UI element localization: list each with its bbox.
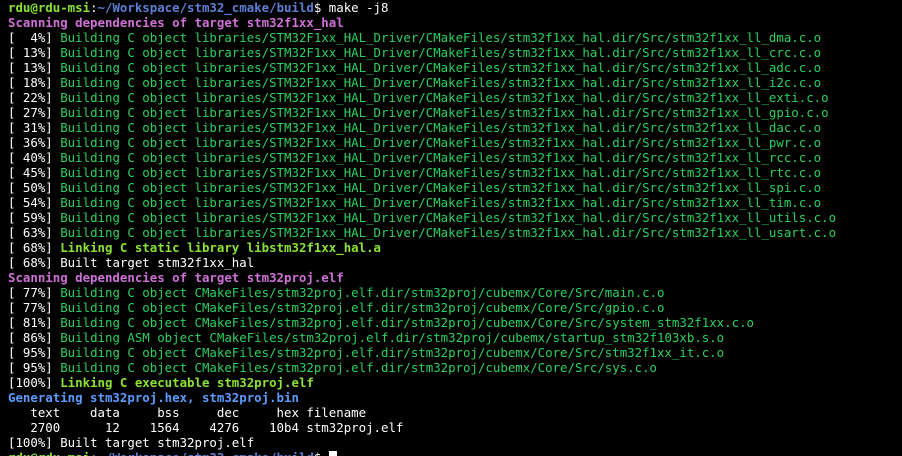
prompt-command[interactable]: make -j8: [321, 0, 389, 15]
build-message: Building C object libraries/STM32F1xx_HA…: [52, 135, 822, 150]
build-message: Building C object libraries/STM32F1xx_HA…: [52, 225, 837, 240]
terminal-line-build: [ 31%] Building C object libraries/STM32…: [8, 120, 902, 135]
progress-indicator: [100%]: [8, 375, 53, 390]
prompt-command[interactable]: [321, 450, 328, 456]
progress-indicator: [ 77%]: [8, 300, 53, 315]
terminal-line-build: [ 81%] Building C object CMakeFiles/stm3…: [8, 315, 902, 330]
terminal-line-link: [ 68%] Linking C static library libstm32…: [8, 240, 902, 255]
build-message: Building C object libraries/STM32F1xx_HA…: [52, 150, 822, 165]
progress-indicator: [ 95%]: [8, 360, 53, 375]
build-message: Building C object libraries/STM32F1xx_HA…: [52, 195, 822, 210]
terminal-line-plain: text data bss dec hex filename: [8, 405, 902, 420]
build-message: Building C object libraries/STM32F1xx_HA…: [52, 75, 822, 90]
build-message: Building C object libraries/STM32F1xx_HA…: [52, 210, 837, 225]
terminal-line-gen: Generating stm32proj.hex, stm32proj.bin: [8, 390, 902, 405]
terminal-line-build: [ 86%] Building ASM object CMakeFiles/st…: [8, 330, 902, 345]
build-message: Building C object CMakeFiles/stm32proj.e…: [52, 360, 658, 375]
output-text: 2700 12 1564 4276 10b4 stm32proj.elf: [8, 420, 404, 435]
built-message: Built target stm32f1xx_hal: [52, 255, 255, 270]
prompt-separator: :: [90, 0, 98, 15]
terminal-line-build: [ 77%] Building C object CMakeFiles/stm3…: [8, 300, 902, 315]
build-message: Building C object libraries/STM32F1xx_HA…: [52, 180, 822, 195]
prompt-user: rdu@rdu-msi: [8, 450, 90, 456]
prompt-user: rdu@rdu-msi: [8, 0, 91, 15]
terminal-line-build: [ 13%] Building C object libraries/STM32…: [8, 45, 902, 60]
generate-message: Generating stm32proj.hex, stm32proj.bin: [8, 390, 299, 405]
terminal-line-plain: 2700 12 1564 4276 10b4 stm32proj.elf: [8, 420, 902, 435]
build-message: Building ASM object CMakeFiles/stm32proj…: [52, 330, 725, 345]
progress-indicator: [ 68%]: [8, 255, 53, 270]
progress-indicator: [ 63%]: [8, 225, 53, 240]
terminal-line-build: [ 27%] Building C object libraries/STM32…: [8, 105, 902, 120]
build-message: Building C object libraries/STM32F1xx_HA…: [52, 120, 822, 135]
terminal-line-build: [ 45%] Building C object libraries/STM32…: [8, 165, 902, 180]
terminal-line-build: [ 18%] Building C object libraries/STM32…: [8, 75, 902, 90]
terminal-line-build: [ 54%] Building C object libraries/STM32…: [8, 195, 902, 210]
terminal-window[interactable]: rdu@rdu-msi:~/Workspace/stm32_cmake/buil…: [0, 0, 902, 456]
terminal-line-built: [ 68%] Built target stm32f1xx_hal: [8, 255, 902, 270]
build-message: Building C object CMakeFiles/stm32proj.e…: [52, 300, 665, 315]
link-message: Linking C static library libstm32f1xx_ha…: [52, 240, 381, 255]
build-message: Building C object libraries/STM32F1xx_HA…: [52, 30, 822, 45]
build-message: Building C object CMakeFiles/stm32proj.e…: [52, 345, 725, 360]
terminal-line-prompt: rdu@rdu-msi:~/Workspace/stm32_cmake/buil…: [8, 0, 902, 15]
progress-indicator: [ 13%]: [8, 60, 53, 75]
progress-indicator: [ 13%]: [8, 45, 53, 60]
build-message: Building C object CMakeFiles/stm32proj.e…: [52, 285, 665, 300]
scan-message: Scanning dependencies of target stm32pro…: [8, 270, 344, 285]
terminal-line-built: [100%] Built target stm32proj.elf: [8, 435, 902, 450]
progress-indicator: [ 40%]: [8, 150, 53, 165]
terminal-line-build: [ 40%] Building C object libraries/STM32…: [8, 150, 902, 165]
build-message: Building C object CMakeFiles/stm32proj.e…: [52, 315, 754, 330]
prompt-path: ~/Workspace/stm32_cmake/build: [98, 450, 314, 456]
link-message: Linking C executable stm32proj.elf: [52, 375, 314, 390]
progress-indicator: [ 4%]: [8, 30, 53, 45]
progress-indicator: [ 31%]: [8, 120, 53, 135]
build-message: Building C object libraries/STM32F1xx_HA…: [52, 45, 822, 60]
terminal-line-build: [ 95%] Building C object CMakeFiles/stm3…: [8, 345, 902, 360]
build-message: Building C object libraries/STM32F1xx_HA…: [52, 90, 829, 105]
terminal-line-build: [ 13%] Building C object libraries/STM32…: [8, 60, 902, 75]
terminal-line-build: [ 50%] Building C object libraries/STM32…: [8, 180, 902, 195]
terminal-line-build: [ 77%] Building C object CMakeFiles/stm3…: [8, 285, 902, 300]
progress-indicator: [ 36%]: [8, 135, 53, 150]
scan-message: Scanning dependencies of target stm32f1x…: [8, 15, 344, 30]
build-message: Building C object libraries/STM32F1xx_HA…: [52, 165, 822, 180]
build-message: Building C object libraries/STM32F1xx_HA…: [52, 60, 822, 75]
prompt-path: ~/Workspace/stm32_cmake/build: [97, 0, 314, 15]
prompt-separator: :: [90, 450, 97, 456]
output-text: text data bss dec hex filename: [8, 405, 367, 420]
progress-indicator: [ 77%]: [8, 285, 53, 300]
progress-indicator: [ 59%]: [8, 210, 53, 225]
terminal-line-link: [100%] Linking C executable stm32proj.el…: [8, 375, 902, 390]
terminal-line-scan: Scanning dependencies of target stm32f1x…: [8, 15, 902, 30]
terminal-line-build: [ 95%] Building C object CMakeFiles/stm3…: [8, 360, 902, 375]
progress-indicator: [ 50%]: [8, 180, 53, 195]
progress-indicator: [ 45%]: [8, 165, 53, 180]
terminal-line-build: [ 22%] Building C object libraries/STM32…: [8, 90, 902, 105]
terminal-line-build: [ 59%] Building C object libraries/STM32…: [8, 210, 902, 225]
terminal-line-scan: Scanning dependencies of target stm32pro…: [8, 270, 902, 285]
progress-indicator: [100%]: [8, 435, 53, 450]
progress-indicator: [ 18%]: [8, 75, 53, 90]
progress-indicator: [ 81%]: [8, 315, 53, 330]
terminal-line-prompt: rdu@rdu-msi:~/Workspace/stm32_cmake/buil…: [8, 450, 902, 456]
progress-indicator: [ 22%]: [8, 90, 53, 105]
terminal-line-build: [ 63%] Building C object libraries/STM32…: [8, 225, 902, 240]
progress-indicator: [ 86%]: [8, 330, 53, 345]
progress-indicator: [ 27%]: [8, 105, 53, 120]
terminal-cursor[interactable]: [328, 451, 337, 456]
progress-indicator: [ 95%]: [8, 345, 53, 360]
build-message: Building C object libraries/STM32F1xx_HA…: [52, 105, 829, 120]
terminal-line-build: [ 4%] Building C object libraries/STM32F…: [8, 30, 902, 45]
terminal-line-build: [ 36%] Building C object libraries/STM32…: [8, 135, 902, 150]
progress-indicator: [ 68%]: [8, 240, 53, 255]
built-message: Built target stm32proj.elf: [52, 435, 255, 450]
progress-indicator: [ 54%]: [8, 195, 53, 210]
